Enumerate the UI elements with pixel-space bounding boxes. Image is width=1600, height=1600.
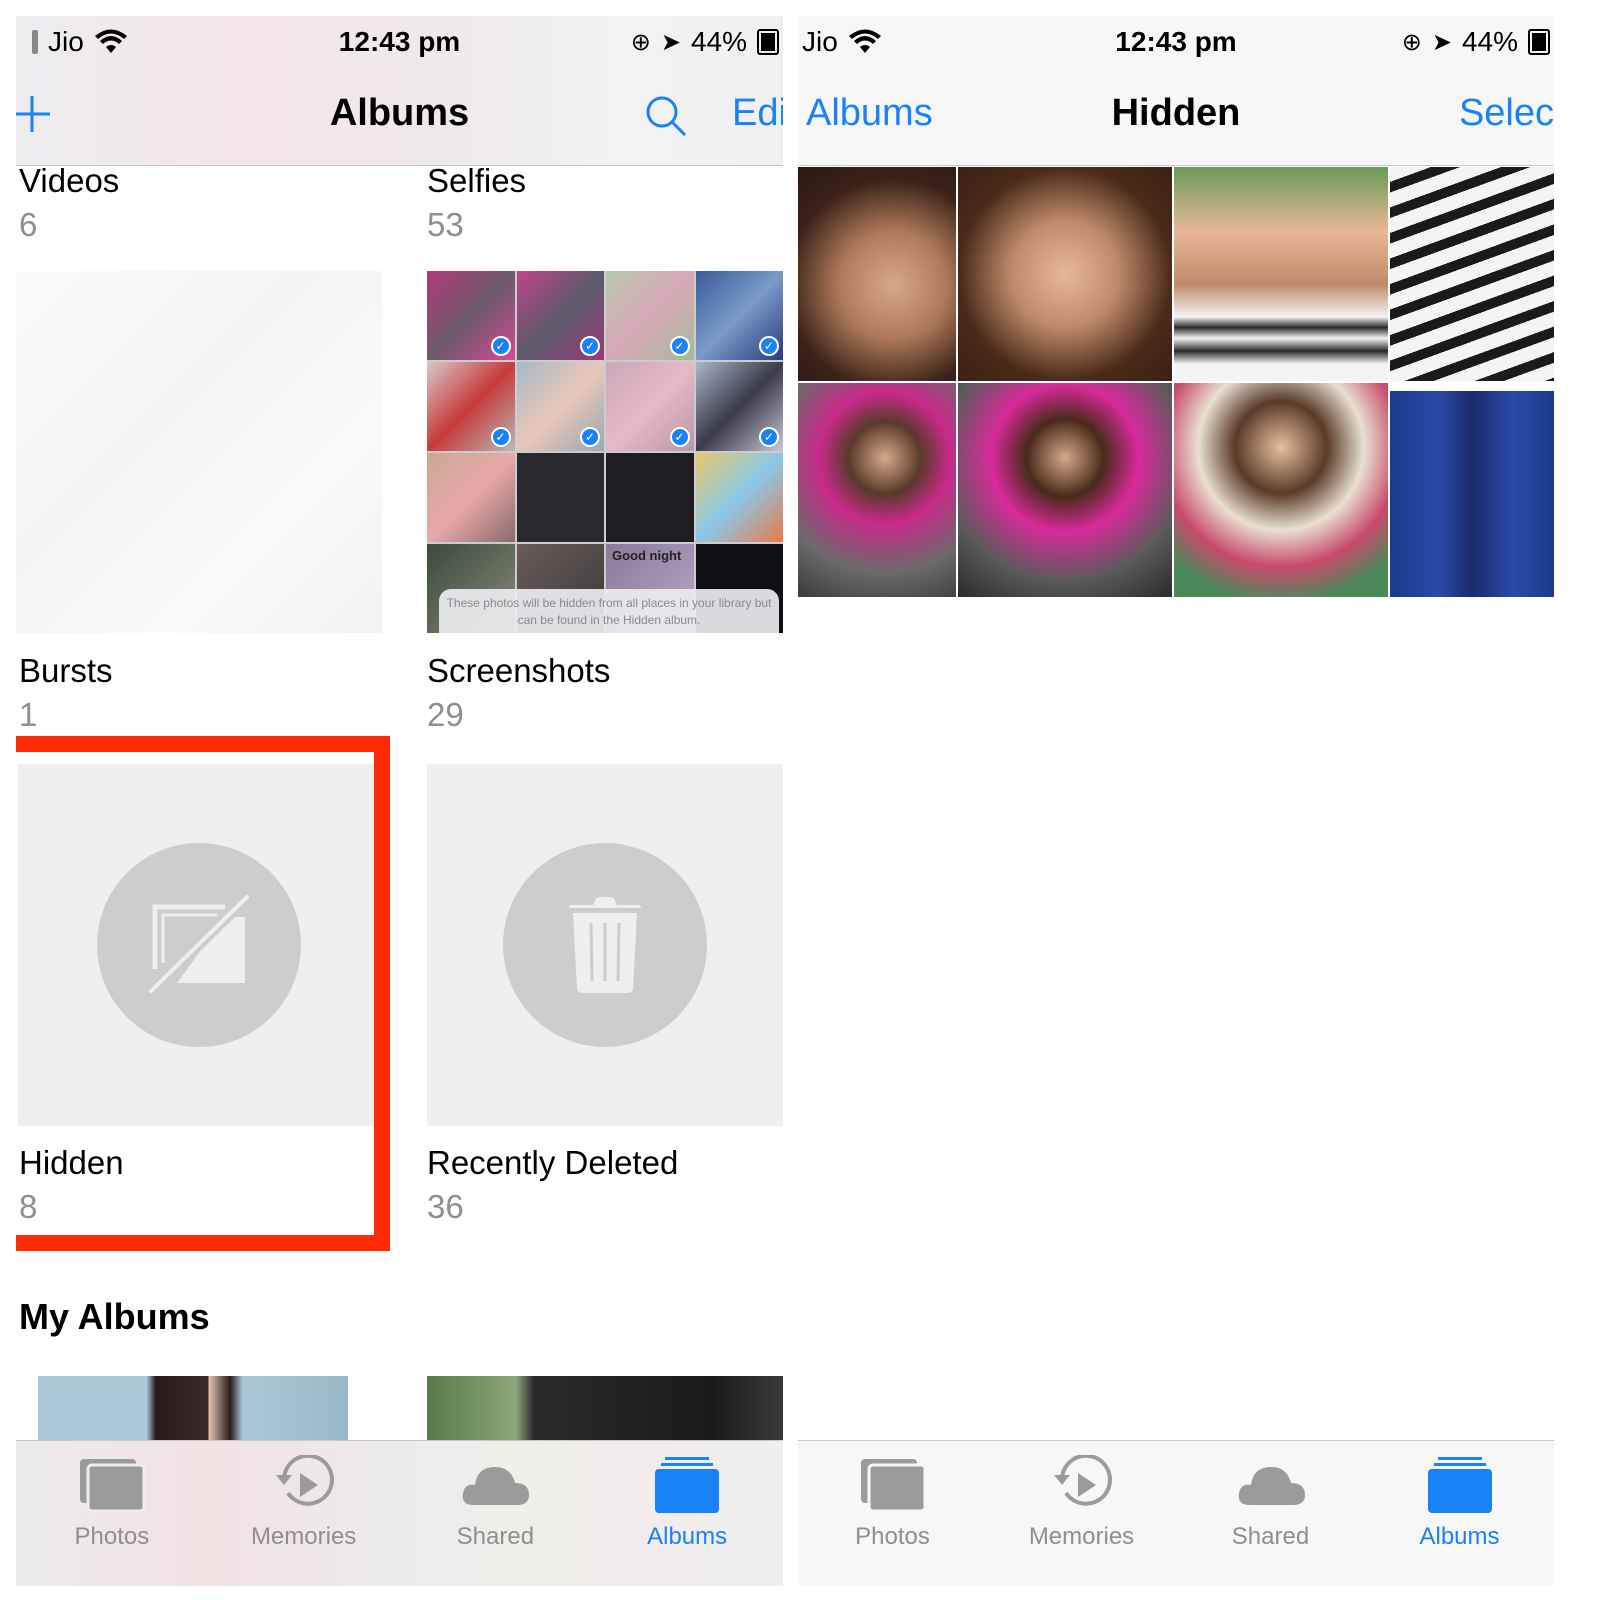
photos-icon	[860, 1459, 926, 1513]
trash-icon	[569, 897, 641, 993]
album-count-bursts: 1	[19, 696, 38, 733]
tab-shared[interactable]: Shared	[1176, 1441, 1365, 1586]
hidden-photo-7[interactable]	[1174, 383, 1388, 597]
battery-icon	[757, 29, 779, 55]
check-icon: ✓	[669, 427, 690, 447]
check-icon: ✓	[490, 427, 511, 447]
check-icon: ✓	[580, 336, 600, 356]
select-button[interactable]: Selec	[1459, 92, 1554, 135]
shared-cloud-icon	[1238, 1467, 1305, 1505]
hidden-photo-1[interactable]	[798, 167, 956, 381]
hidden-album-screen: Jio 12:43 pm ⊕ ➤ 44% Albums Hidden Selec…	[798, 16, 1554, 1586]
my-albums-heading: My Albums	[19, 1296, 210, 1337]
check-icon: ✓	[759, 336, 779, 356]
album-title-selfies[interactable]: Selfies	[427, 162, 526, 200]
hidden-photo-8[interactable]	[1390, 391, 1554, 597]
battery-percent: 44%	[690, 26, 747, 57]
check-icon: ✓	[580, 427, 600, 447]
hidden-photo-4[interactable]	[1390, 167, 1554, 381]
albums-icon	[1427, 1457, 1492, 1513]
photos-icon	[79, 1459, 146, 1513]
tab-memories[interactable]: Memories	[987, 1441, 1176, 1586]
shared-cloud-icon	[463, 1467, 530, 1505]
tab-albums[interactable]: Albums	[591, 1441, 783, 1586]
location-icon: ➤	[1431, 28, 1452, 56]
hidden-photo-3[interactable]	[1174, 167, 1388, 381]
check-icon: ✓	[669, 336, 690, 356]
my-album-thumb-2[interactable]	[427, 1376, 783, 1446]
hidden-photo-5[interactable]	[798, 383, 956, 597]
tab-photos[interactable]: Photos	[16, 1441, 208, 1586]
orientation-lock-icon: ⊕	[630, 28, 651, 56]
hidden-photo-6[interactable]	[958, 383, 1172, 597]
album-count-recently-deleted: 36	[427, 1188, 464, 1225]
album-title-screenshots[interactable]: Screenshots	[427, 652, 610, 690]
album-title-recently-deleted[interactable]: Recently Deleted	[427, 1144, 678, 1182]
battery-percent: 44%	[1461, 26, 1518, 57]
albums-icon	[655, 1457, 720, 1513]
album-title-bursts[interactable]: Bursts	[19, 652, 113, 690]
album-title-videos[interactable]: Videos	[19, 162, 119, 200]
edit-button[interactable]: Edi	[732, 92, 783, 135]
tab-bar: Photos Memories Shared Albums	[798, 1440, 1554, 1586]
hidden-tip-text: These photos will be hidden from all pla…	[439, 589, 779, 633]
album-count-screenshots: 29	[427, 696, 464, 733]
page-title: Hidden	[1111, 92, 1241, 134]
album-thumb-screenshots[interactable]: ✓ ✓ ✓ ✓ ✓ ✓ ✓ ✓ Good night These photos …	[427, 271, 783, 633]
nav-bar: Jio 12:43 pm ⊕ ➤ 44% Albums Edi	[16, 16, 783, 166]
check-icon: ✓	[759, 427, 779, 447]
hidden-photo-2[interactable]	[958, 167, 1172, 381]
tab-photos[interactable]: Photos	[798, 1441, 987, 1586]
location-icon: ➤	[660, 28, 681, 56]
nav-bar: Jio 12:43 pm ⊕ ➤ 44% Albums Hidden Selec	[798, 16, 1554, 166]
screenshot-caption: Good night	[612, 548, 682, 563]
tab-albums[interactable]: Albums	[1365, 1441, 1554, 1586]
highlight-box	[16, 736, 390, 1251]
status-bar: Jio 12:43 pm ⊕ ➤ 44%	[798, 16, 1554, 68]
tab-shared[interactable]: Shared	[400, 1441, 592, 1586]
status-bar: Jio 12:43 pm ⊕ ➤ 44%	[16, 16, 783, 68]
my-album-thumb-1[interactable]	[38, 1376, 348, 1446]
orientation-lock-icon: ⊕	[1401, 28, 1422, 56]
album-count-videos: 6	[19, 206, 38, 243]
memories-icon	[275, 1455, 334, 1506]
check-icon: ✓	[490, 336, 511, 356]
album-count-selfies: 53	[427, 206, 464, 243]
memories-icon	[1053, 1455, 1112, 1506]
album-thumb-bursts[interactable]	[16, 271, 382, 633]
tab-memories[interactable]: Memories	[208, 1441, 400, 1586]
tab-bar: Photos Memories Shared Albums	[16, 1440, 783, 1586]
albums-screen: Videos 6 Selfies 53 ✓ ✓ ✓ ✓ ✓ ✓ ✓ ✓ Good…	[16, 16, 783, 1586]
hidden-photo-grid	[798, 167, 1554, 599]
battery-icon	[1528, 29, 1550, 55]
album-thumb-recently-deleted[interactable]	[427, 764, 783, 1126]
search-icon[interactable]	[644, 94, 688, 138]
